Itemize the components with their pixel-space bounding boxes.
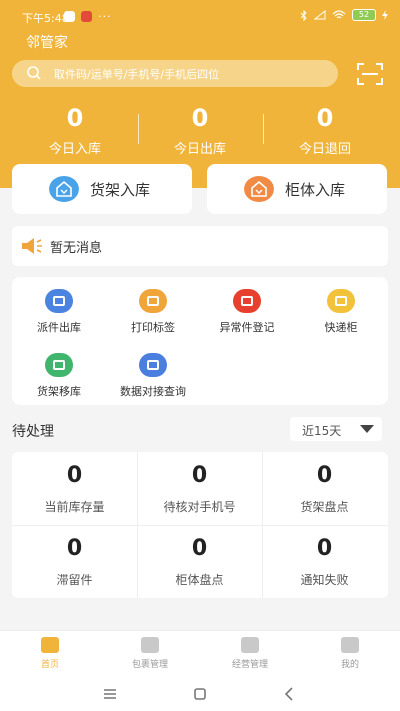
pending-value: 0 [316,463,333,488]
divider [12,525,388,526]
wifi-icon [332,10,346,19]
tool-exception-register[interactable]: 异常件登记 [202,289,292,335]
shelf-inbound-label: 货架入库 [90,181,151,199]
pending-cabinet-inventory[interactable]: 0 柜体盘点 [137,525,262,598]
tool-label: 货架移库 [37,385,81,398]
home-nav-icon[interactable] [190,684,210,704]
tab-label: 首页 [40,660,59,670]
pending-stock[interactable]: 0 当前库存量 [12,452,137,525]
more-notifications-icon: ··· [98,10,112,23]
shelf-inbound-button[interactable]: 货架入库 [12,164,192,214]
header-banner: 下午5:48 ··· 52 邻管家 取件码/运单号/手机号/手机后四位 0 今日… [0,0,400,188]
tab-packages[interactable]: 包裹管理 [100,635,200,670]
tab-label: 我的 [340,660,359,670]
tab-label: 包裹管理 [131,660,168,670]
stat-today-return[interactable]: 0 今日退回 [265,104,385,157]
pending-label: 当前库存量 [44,500,105,514]
tool-label: 快递柜 [324,321,358,334]
user-icon [341,637,359,653]
tool-label: 数据对接查询 [120,385,186,398]
chevron-down-icon [360,425,374,433]
stat-today-out[interactable]: 0 今日出库 [140,104,260,157]
pending-value: 0 [191,463,208,488]
divider [138,114,139,144]
message-text: 暂无消息 [50,241,103,256]
cabinet-inbound-label: 柜体入库 [285,181,346,199]
tool-data-query[interactable]: 数据对接查询 [108,353,198,399]
status-bar: 下午5:48 ··· 52 [0,6,400,26]
speaker-icon [22,238,42,254]
divider [262,452,263,598]
search-input[interactable]: 取件码/运单号/手机号/手机后四位 [12,60,338,87]
today-stats: 0 今日入库 0 今日出库 0 今日退回 [0,104,400,157]
pending-label: 通知失败 [300,573,349,587]
dispatch-out-icon [45,289,73,313]
package-icon [141,637,159,653]
scan-icon[interactable] [356,62,384,86]
message-bar[interactable]: 暂无消息 [12,226,388,266]
pending-label: 滞留件 [56,573,93,587]
pending-shelf-inventory[interactable]: 0 货架盘点 [262,452,387,525]
bar-chart-icon [241,637,259,653]
search-icon [27,66,41,80]
pending-value: 0 [66,463,83,488]
tool-label: 派件出库 [37,321,81,334]
stat-label: 今日入库 [48,142,101,157]
charging-icon [382,10,388,20]
stat-today-in[interactable]: 0 今日入库 [15,104,135,157]
range-dropdown[interactable]: 近15天 [290,417,382,441]
cabinet-inbound-icon [244,176,274,202]
search-placeholder: 取件码/运单号/手机号/手机后四位 [54,68,220,81]
data-query-icon [139,353,167,377]
pending-notify-failed[interactable]: 0 通知失败 [262,525,387,598]
status-time: 下午5:48 [22,12,69,25]
pending-label: 柜体盘点 [175,573,224,587]
stat-label: 今日退回 [298,142,351,157]
locker-icon [327,289,355,313]
battery-icon: 52 [352,9,376,21]
tool-locker[interactable]: 快递柜 [296,289,386,335]
system-nav-bar [0,676,400,711]
cabinet-inbound-button[interactable]: 柜体入库 [207,164,387,214]
pending-value: 0 [66,536,83,561]
bluetooth-icon [300,9,307,21]
tool-label: 异常件登记 [219,321,275,334]
tool-print-label[interactable]: 打印标签 [108,289,198,335]
bottom-tab-bar: 首页 包裹管理 经营管理 我的 [0,630,400,676]
pending-phone-check[interactable]: 0 待核对手机号 [137,452,262,525]
pending-label: 货架盘点 [300,500,349,514]
pending-title: 待处理 [12,424,54,440]
tool-shelf-move[interactable]: 货架移库 [14,353,104,399]
tool-label: 打印标签 [131,321,175,334]
stat-value: 0 [66,104,84,132]
home-icon [41,637,59,653]
tab-business[interactable]: 经营管理 [200,635,300,670]
tab-profile[interactable]: 我的 [300,635,400,670]
printer-icon [139,289,167,313]
range-value: 近15天 [302,424,342,438]
stat-label: 今日出库 [173,142,226,157]
tools-grid: 派件出库 打印标签 异常件登记 快递柜 货架移库 数据对接查询 [12,277,388,405]
stat-value: 0 [191,104,209,132]
tool-dispatch-out[interactable]: 派件出库 [14,289,104,335]
pending-label: 待核对手机号 [163,500,236,514]
tab-home[interactable]: 首页 [0,635,100,670]
menu-icon[interactable] [100,684,120,704]
pending-value: 0 [316,536,333,561]
divider [263,114,264,144]
tab-label: 经营管理 [231,660,268,670]
exception-icon [233,289,261,313]
app-title: 邻管家 [26,35,68,51]
stat-value: 0 [316,104,334,132]
shelf-move-icon [45,353,73,377]
back-icon[interactable] [280,684,300,704]
divider [137,452,138,598]
shelf-inbound-icon [49,176,79,202]
pending-retained[interactable]: 0 滞留件 [12,525,137,598]
signal-icon [314,10,326,20]
pending-value: 0 [191,536,208,561]
app-notification-icon [81,11,92,22]
notification-icon [64,11,75,22]
pending-table: 0 当前库存量 0 待核对手机号 0 货架盘点 0 滞留件 0 柜体盘点 0 通… [12,452,388,598]
